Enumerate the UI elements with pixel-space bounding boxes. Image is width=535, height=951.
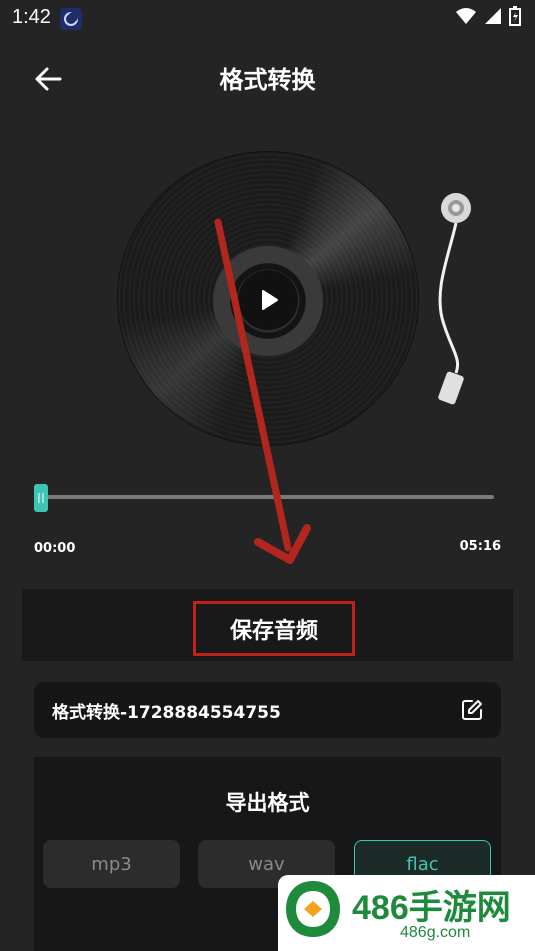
export-title: 导出格式 bbox=[225, 791, 310, 815]
watermark-title: 486手游网 bbox=[352, 889, 511, 927]
save-audio-button[interactable]: 保存音频 bbox=[193, 601, 355, 656]
progress-track[interactable] bbox=[40, 495, 494, 499]
tonearm bbox=[438, 193, 471, 405]
signal-icon bbox=[485, 8, 501, 24]
wifi-icon bbox=[456, 8, 476, 24]
status-icons bbox=[455, 6, 521, 26]
total-time: 05:16 bbox=[459, 539, 501, 554]
app-notification-icon bbox=[60, 8, 82, 30]
play-icon bbox=[262, 290, 278, 310]
watermark-logo-icon bbox=[282, 877, 344, 941]
filename-text: 格式转换-1728884554755 bbox=[52, 703, 281, 723]
battery-icon bbox=[509, 6, 521, 26]
status-time: 1:42 bbox=[12, 6, 51, 28]
watermark-domain: 486g.com bbox=[400, 924, 471, 941]
page-title: 格式转换 bbox=[219, 66, 316, 94]
edit-icon[interactable] bbox=[460, 698, 484, 722]
progress-thumb[interactable] bbox=[34, 484, 48, 512]
format-mp3-button[interactable]: mp3 bbox=[43, 840, 180, 888]
current-time: 00:00 bbox=[34, 541, 76, 556]
play-button[interactable] bbox=[238, 270, 298, 330]
